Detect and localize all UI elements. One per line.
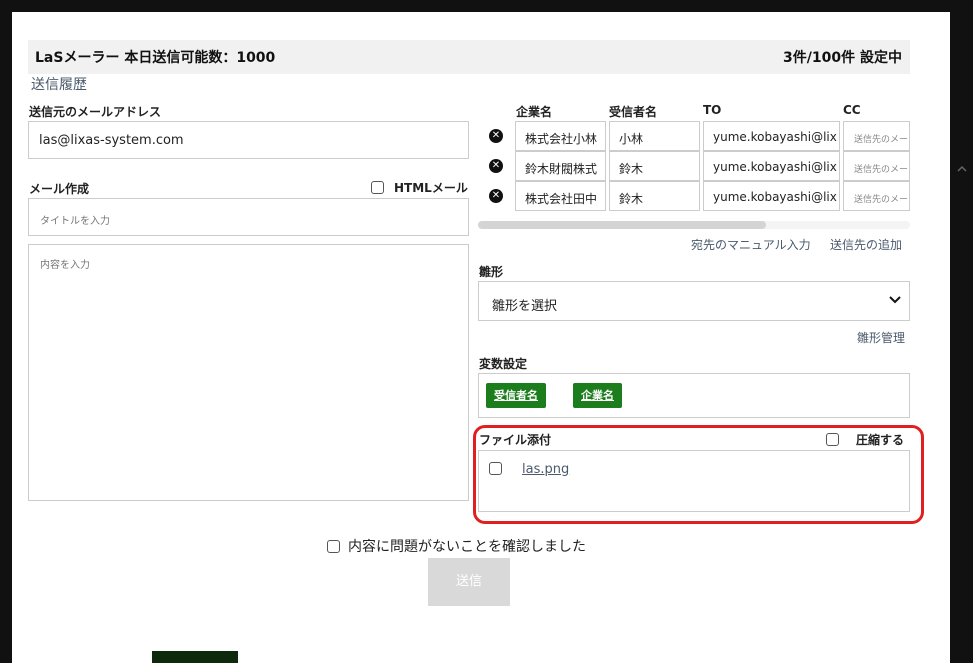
compress-checkbox[interactable] (826, 433, 839, 446)
add-recipient-link[interactable]: 送信先の追加 (830, 236, 902, 253)
variable-company-name[interactable]: 企業名 (573, 383, 622, 408)
compress-option[interactable]: 圧縮する (826, 431, 904, 448)
html-mail-label: HTMLメール (394, 181, 468, 195)
to-cell[interactable]: yume.kobayashi@lix (703, 181, 840, 211)
html-mail-checkbox[interactable] (371, 181, 384, 194)
app-title: LaSメーラー 本日送信可能数：1000 (35, 50, 276, 66)
company-cell[interactable]: 株式会社小林 (515, 121, 606, 151)
table-scrollbar-thumb[interactable] (478, 221, 766, 229)
confirm-label: 内容に問題がないことを確認しました (348, 539, 586, 555)
compress-label: 圧縮する (856, 433, 905, 447)
template-label: 雛形 (479, 265, 504, 279)
content-textarea[interactable]: 内容を入力 (28, 244, 469, 501)
variables-label: 変数設定 (479, 357, 528, 371)
remove-row-icon[interactable]: ✕ (489, 129, 503, 143)
manual-input-link[interactable]: 宛先のマニュアル入力 (691, 236, 811, 253)
count-status: 3件/100件 設定中 (783, 50, 902, 66)
attachment-box (478, 450, 910, 512)
send-button[interactable]: 送信 (428, 558, 510, 606)
column-header-to: TO (703, 103, 722, 117)
column-header-company: 企業名 (516, 105, 553, 119)
html-mail-option[interactable]: HTMLメール (371, 179, 468, 196)
confirm-checkbox[interactable] (327, 539, 340, 553)
recipient-name-cell[interactable]: 鈴木 (609, 151, 700, 181)
cc-cell[interactable]: 送信先のメー (843, 151, 910, 181)
title-input[interactable]: タイトルを入力 (28, 198, 469, 236)
column-header-cc: CC (843, 103, 861, 117)
history-link[interactable]: 送信履歴 (31, 74, 87, 94)
chevron-down-icon[interactable] (886, 291, 904, 309)
company-cell[interactable]: 鈴木財閥株式 (515, 151, 606, 181)
to-cell[interactable]: yume.kobayashi@lix (703, 151, 840, 181)
background-caret-icon (957, 165, 967, 172)
column-header-recipient: 受信者名 (609, 105, 658, 119)
confirm-option[interactable]: 内容に問題がないことを確認しました (327, 536, 586, 556)
company-cell[interactable]: 株式会社田中 (515, 181, 606, 211)
variable-recipient-name[interactable]: 受信者名 (486, 383, 546, 408)
sender-label: 送信元のメールアドレス (29, 105, 162, 119)
recipient-name-cell[interactable]: 小林 (609, 121, 700, 151)
recipient-name-cell[interactable]: 鈴木 (609, 181, 700, 211)
compose-label: メール作成 (29, 182, 90, 196)
attachment-label: ファイル添付 (479, 433, 552, 447)
to-cell[interactable]: yume.kobayashi@lix (703, 121, 840, 151)
template-manage-link[interactable]: 雛形管理 (857, 329, 905, 346)
sender-email-field[interactable]: las@lixas-system.com (28, 121, 469, 159)
file-checkbox[interactable] (489, 462, 502, 475)
attachment-file-link[interactable]: las.png (522, 462, 569, 477)
cc-cell[interactable]: 送信先のメー (843, 181, 910, 211)
template-select[interactable]: 雛形を選択 (478, 281, 910, 321)
background-element (152, 651, 238, 663)
header-bar: LaSメーラー 本日送信可能数：1000 3件/100件 設定中 (28, 40, 910, 74)
remove-row-icon[interactable]: ✕ (489, 159, 503, 173)
cc-cell[interactable]: 送信先のメー (843, 121, 910, 151)
remove-row-icon[interactable]: ✕ (489, 189, 503, 203)
